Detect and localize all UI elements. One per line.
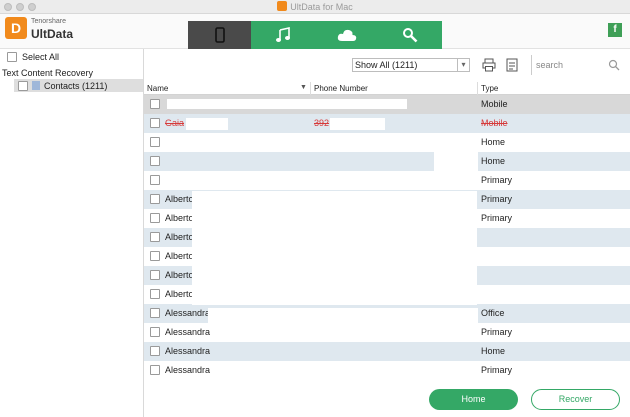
product-name: UltData	[31, 27, 74, 41]
row-checkbox[interactable]	[150, 175, 160, 185]
column-header-phone[interactable]: Phone Number	[314, 84, 368, 93]
tab-repair[interactable]	[378, 21, 442, 49]
cell-type: Primary	[481, 327, 512, 337]
row-checkbox[interactable]	[150, 251, 160, 261]
search-box[interactable]: search	[536, 58, 624, 73]
filter-dropdown[interactable]: Show All (1211) ▾	[352, 58, 470, 72]
search-icon[interactable]	[608, 59, 620, 71]
table-header: Name ▼ Phone Number Type	[144, 82, 630, 95]
table-body: Mobile Gaia 392 Mobile Home Home Primary A…	[144, 95, 630, 380]
footer: Home Recover	[144, 380, 630, 417]
cell-name: Alessandra	[165, 346, 211, 356]
company-name: Tenorshare	[31, 18, 67, 25]
sidebar-item-contacts[interactable]: Contacts (1211)	[14, 79, 143, 92]
facebook-icon[interactable]: f	[608, 23, 622, 37]
category-title: Text Content Recovery	[2, 68, 94, 78]
tab-device[interactable]	[188, 21, 252, 49]
cell-name: Alessandra	[165, 327, 211, 337]
row-checkbox[interactable]	[150, 346, 160, 356]
table-row[interactable]: Alessandra Home	[144, 342, 630, 361]
cell-type: Primary	[481, 194, 512, 204]
row-checkbox[interactable]	[150, 327, 160, 337]
cell-type: Primary	[481, 175, 512, 185]
toolbar-divider	[531, 55, 532, 75]
table-row[interactable]: Alessandra Primary	[144, 361, 630, 380]
cell-type: Primary	[481, 213, 512, 223]
redaction-mask	[186, 118, 228, 130]
column-divider	[477, 82, 478, 95]
redaction-mask	[330, 118, 385, 130]
cell-type: Home	[481, 156, 506, 166]
column-header-type[interactable]: Type	[481, 84, 498, 93]
row-checkbox[interactable]	[150, 99, 160, 109]
row-checkbox[interactable]	[150, 308, 160, 318]
redaction-mask	[167, 99, 407, 109]
recover-button[interactable]: Recover	[531, 389, 620, 410]
cell-type: Mobile	[481, 118, 508, 128]
music-note-icon	[276, 27, 290, 42]
redaction-mask	[192, 191, 477, 305]
table-row[interactable]: Home	[144, 152, 630, 171]
column-divider	[310, 82, 311, 95]
search-input[interactable]: search	[536, 60, 563, 70]
home-button[interactable]: Home	[429, 389, 518, 410]
toolbar: Show All (1211) ▾ search	[144, 49, 630, 82]
select-all[interactable]: Select All	[7, 52, 59, 62]
sidebar-item-label: Contacts (1211)	[44, 80, 108, 91]
redaction-mask	[208, 308, 478, 326]
wrench-icon	[403, 28, 418, 43]
chevron-down-icon[interactable]: ▾	[457, 59, 469, 71]
cell-type: Primary	[481, 365, 512, 375]
column-header-name[interactable]: Name	[147, 84, 168, 93]
app-logo-icon: D	[5, 17, 27, 39]
window-title: UltData for Mac	[0, 1, 630, 12]
contacts-icon	[32, 81, 40, 90]
row-checkbox[interactable]	[150, 270, 160, 280]
row-checkbox[interactable]	[150, 213, 160, 223]
print-icon[interactable]	[482, 58, 496, 72]
cell-type: Home	[481, 137, 506, 147]
title-bar: UltData for Mac	[0, 0, 630, 14]
cloud-icon	[337, 29, 357, 41]
cell-type: Home	[481, 346, 506, 356]
row-checkbox[interactable]	[150, 365, 160, 375]
table-row[interactable]: Primary	[144, 171, 630, 190]
app-small-logo-icon	[277, 1, 288, 11]
app-header: D Tenorshare UltData f	[0, 14, 630, 49]
row-checkbox[interactable]	[150, 156, 160, 166]
phone-icon	[215, 27, 225, 43]
tab-cloud[interactable]	[315, 21, 379, 49]
mode-tabs	[188, 21, 442, 49]
sidebar: Select All Text Content Recovery Contact…	[0, 49, 144, 417]
select-all-checkbox[interactable]	[7, 52, 17, 62]
export-icon[interactable]	[505, 58, 519, 72]
row-checkbox[interactable]	[150, 194, 160, 204]
cell-name: Alessandra	[165, 365, 211, 375]
table-row[interactable]: Home	[144, 133, 630, 152]
row-checkbox[interactable]	[150, 289, 160, 299]
row-checkbox[interactable]	[150, 137, 160, 147]
row-checkbox[interactable]	[150, 232, 160, 242]
cell-type: Mobile	[481, 99, 508, 109]
cell-type: Office	[481, 308, 505, 318]
row-checkbox[interactable]	[150, 118, 160, 128]
redaction-mask	[434, 152, 478, 171]
select-all-label: Select All	[22, 52, 60, 62]
sort-arrow-icon[interactable]: ▼	[300, 84, 307, 91]
filter-value: Show All (1211)	[355, 60, 418, 70]
contacts-checkbox[interactable]	[18, 80, 28, 91]
contacts-table: Name ▼ Phone Number Type Mobile Gaia 392 M…	[144, 82, 630, 380]
tab-music[interactable]	[251, 21, 315, 49]
